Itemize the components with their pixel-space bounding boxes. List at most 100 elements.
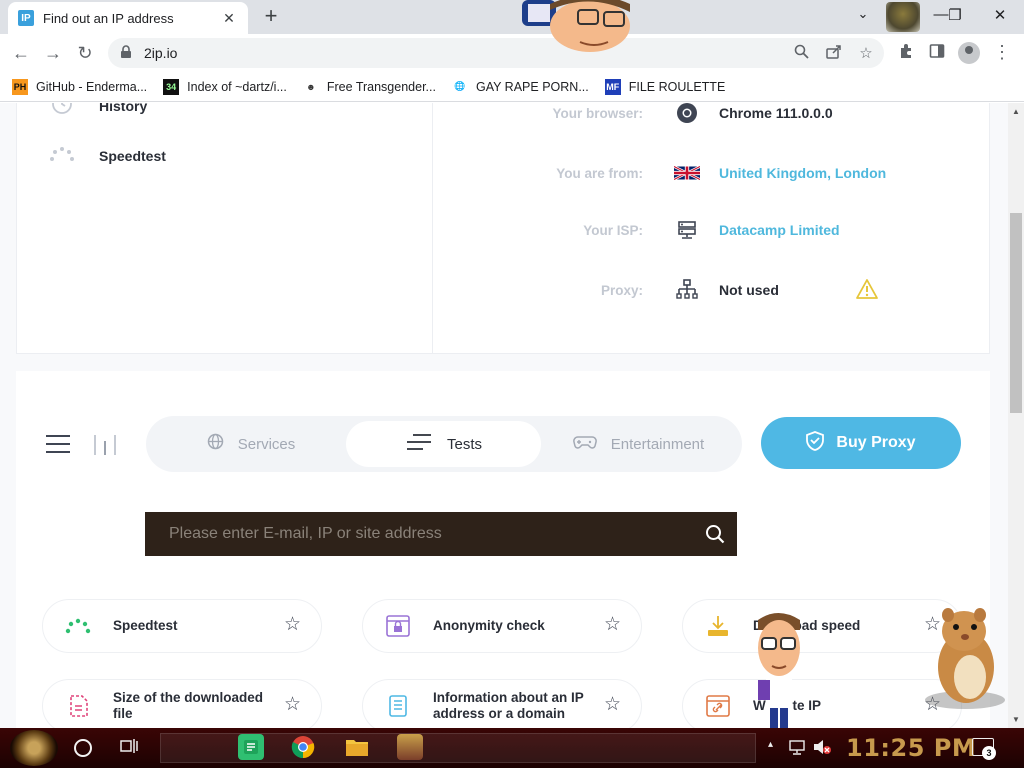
page-scrollbar[interactable]: ▲ ▼	[1008, 103, 1024, 728]
file-size-icon	[65, 693, 91, 719]
buy-proxy-button[interactable]: Buy Proxy	[761, 417, 961, 469]
start-button[interactable]	[10, 730, 58, 766]
browser-tab[interactable]: IP Find out an IP address ✕	[8, 2, 248, 34]
scrollbar-thumb[interactable]	[1010, 213, 1022, 413]
scroll-down-arrow-icon[interactable]: ▼	[1012, 715, 1020, 724]
favorite-star-icon[interactable]: ☆	[284, 693, 301, 716]
bookmark-label: GitHub - Enderma...	[36, 79, 148, 94]
location-link[interactable]: United Kingdom, London	[719, 165, 886, 181]
uk-flag-icon	[673, 161, 701, 185]
info-value: Not used	[719, 282, 779, 298]
sidebar-item-speedtest[interactable]: Speedtest	[49, 143, 166, 169]
document-icon	[385, 693, 411, 719]
game-app-icon[interactable]	[397, 734, 423, 760]
bookmark-item[interactable]: ☻ Free Transgender...	[303, 79, 436, 95]
network-tray-icon[interactable]	[788, 739, 806, 758]
ip-info-card: History Speedtest Your browser: Chrome 1…	[16, 103, 990, 354]
search-icon[interactable]	[693, 512, 737, 556]
reload-button[interactable]: ↻	[72, 41, 98, 67]
address-bar[interactable]: 2ip.io ☆	[108, 38, 884, 68]
bookmark-item[interactable]: 34 Index of ~dartz/i...	[163, 78, 287, 95]
gamepad-icon	[572, 434, 597, 455]
cortana-icon[interactable]	[74, 739, 92, 757]
close-tab-icon[interactable]: ✕	[220, 10, 238, 27]
globe-icon	[207, 433, 224, 455]
search-input[interactable]	[169, 525, 693, 543]
tab-strip: IP Find out an IP address ✕ + ⌄ — ❐ ✕	[0, 0, 1024, 34]
speedometer-icon	[65, 613, 91, 639]
browser-toolbar: ← → ↻ 2ip.io ☆	[0, 34, 1024, 72]
bookmark-star-icon[interactable]: ☆	[856, 44, 876, 62]
isp-row: Your ISP: Datacamp Limited	[447, 215, 1007, 245]
taskbar-clock[interactable]: 11:25 PM	[846, 734, 976, 762]
windows-taskbar: ▴ 11:25 PM 3	[0, 728, 1024, 768]
proxy-row: Proxy: Not used	[447, 275, 1007, 305]
bookmark-label: Index of ~dartz/i...	[187, 79, 287, 94]
menu-kebab-icon[interactable]: ⋮	[991, 42, 1013, 63]
bookmark-favicon-icon: PH	[12, 78, 28, 95]
chrome-taskbar-icon[interactable]	[290, 734, 316, 760]
isp-link[interactable]: Datacamp Limited	[719, 222, 840, 238]
notification-count-badge: 3	[982, 746, 996, 760]
column-view-icon[interactable]	[94, 435, 116, 455]
server-icon	[673, 218, 701, 242]
warning-icon[interactable]	[855, 278, 881, 302]
bookmark-label: GAY RAPE PORN...	[475, 79, 589, 94]
bookmark-label: FILE ROULETTE	[628, 79, 726, 94]
lock-icon[interactable]	[120, 44, 136, 62]
buy-proxy-label: Buy Proxy	[836, 434, 916, 451]
location-row: You are from: United Kingdom, London	[447, 158, 1007, 188]
side-panel-icon[interactable]	[926, 43, 948, 64]
show-hidden-icons-icon[interactable]: ▴	[768, 739, 773, 750]
tab-tests[interactable]: Tests	[346, 421, 541, 467]
tile-label: Information about an IP address or a dom…	[433, 690, 584, 721]
file-explorer-icon[interactable]	[344, 734, 370, 760]
bookmark-item[interactable]: 🌐 GAY RAPE PORN...	[452, 79, 589, 95]
menu-hamburger-icon[interactable]	[46, 435, 70, 453]
sidebar-item-history[interactable]: History	[49, 103, 147, 119]
share-icon[interactable]	[824, 44, 844, 63]
chrome-icon	[673, 103, 701, 125]
download-icon	[705, 613, 731, 639]
service-tile[interactable]: Information about an IP address or a dom…	[362, 679, 642, 728]
restore-button[interactable]: ❐	[940, 6, 970, 24]
url-text[interactable]: 2ip.io	[144, 45, 177, 61]
services-section: Services Tests Entertainment Buy Proxy P…	[16, 371, 990, 728]
zoom-search-icon[interactable]	[791, 44, 811, 63]
new-tab-button[interactable]: +	[258, 4, 284, 30]
service-tile[interactable]: Anonymity check ☆	[362, 599, 642, 653]
service-tile[interactable]: Speedtest ☆	[42, 599, 322, 653]
sidebar-item-label: History	[99, 103, 148, 114]
sliders-icon	[405, 433, 433, 456]
browser-link-icon	[705, 693, 731, 719]
bookmark-favicon-icon: MF	[604, 78, 621, 95]
notes-app-icon[interactable]	[238, 734, 264, 760]
profile-picture-icon[interactable]	[886, 2, 920, 32]
tab-label: Services	[237, 435, 296, 453]
tab-services[interactable]: Services	[156, 421, 346, 467]
scroll-up-arrow-icon[interactable]: ▲	[1012, 107, 1020, 116]
search-bar	[145, 512, 737, 556]
forward-button[interactable]: →	[40, 41, 66, 67]
tab-entertainment[interactable]: Entertainment	[541, 421, 736, 467]
tile-label: Speedtest	[113, 618, 178, 633]
category-tabs: Services Tests Entertainment	[146, 416, 742, 472]
extensions-icon[interactable]	[895, 43, 917, 64]
task-view-icon[interactable]	[120, 738, 138, 759]
favorite-star-icon[interactable]: ☆	[604, 613, 621, 636]
info-label: Proxy:	[600, 282, 643, 298]
profile-avatar[interactable]	[958, 42, 980, 64]
bookmark-favicon-icon: ☻	[306, 81, 316, 92]
close-window-button[interactable]: ✕	[985, 6, 1015, 24]
service-tile[interactable]: Size of the downloaded file ☆	[42, 679, 322, 728]
tab-title: Find out an IP address	[43, 10, 174, 26]
favorite-star-icon[interactable]: ☆	[284, 613, 301, 636]
volume-muted-icon[interactable]	[812, 739, 832, 758]
back-button[interactable]: ←	[8, 41, 34, 67]
tab-search-icon[interactable]: ⌄	[848, 6, 878, 22]
favorite-star-icon[interactable]: ☆	[604, 693, 621, 716]
page-content: History Speedtest Your browser: Chrome 1…	[0, 103, 1008, 728]
shield-icon	[806, 430, 825, 456]
bookmark-item[interactable]: PH GitHub - Enderma...	[12, 78, 148, 95]
bookmark-item[interactable]: MF FILE ROULETTE	[604, 78, 726, 95]
